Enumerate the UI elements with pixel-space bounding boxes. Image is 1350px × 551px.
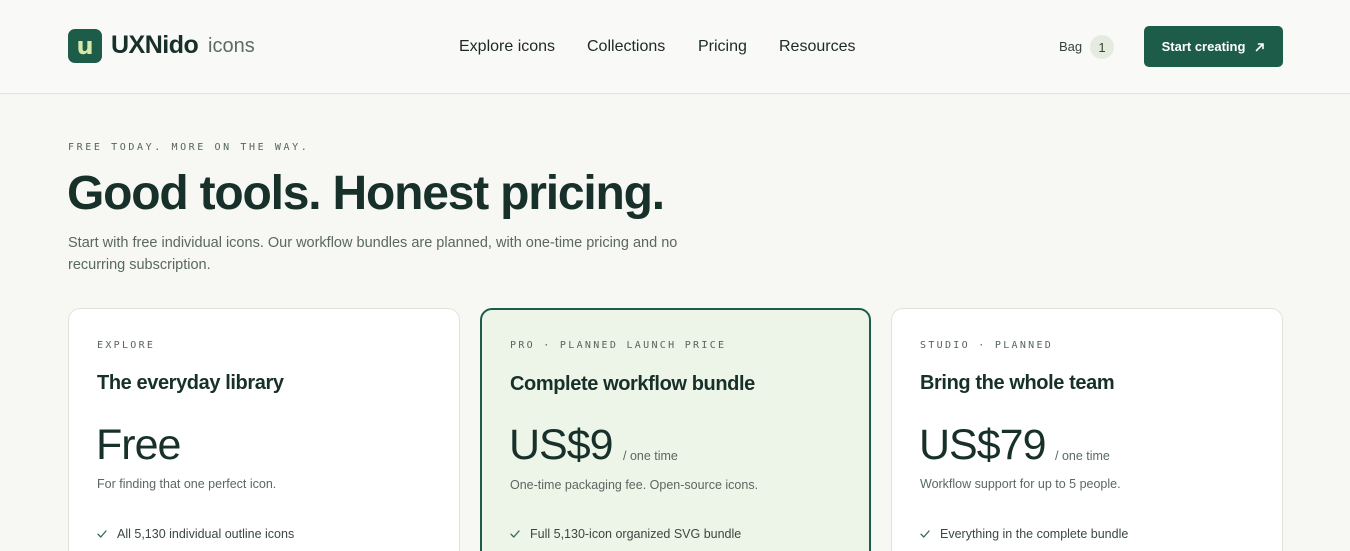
site-header: u UXNido icons Explore icons Collections… — [0, 0, 1350, 94]
nav-explore-icons[interactable]: Explore icons — [459, 38, 555, 56]
plan-price: US$79 — [919, 421, 1046, 469]
start-creating-label: Start creating — [1161, 39, 1246, 54]
check-icon — [97, 530, 107, 538]
arrow-up-right-icon — [1256, 42, 1265, 51]
plan-description: Workflow support for up to 5 people. — [920, 477, 1121, 491]
nav-collections[interactable]: Collections — [587, 38, 665, 56]
check-icon — [920, 530, 930, 538]
bag-count-badge[interactable]: 1 — [1090, 35, 1114, 59]
plan-period: / one time — [1055, 449, 1110, 463]
plan-feature: Full 5,130-icon organized SVG bundle — [510, 527, 741, 541]
plan-card-pro: PRO · PLANNED LAUNCH PRICE Complete work… — [480, 308, 871, 551]
plan-description: One-time packaging fee. Open-source icon… — [510, 478, 759, 492]
page-subtitle: Start with free individual icons. Our wo… — [68, 235, 678, 273]
plan-label: STUDIO · PLANNED — [920, 340, 1054, 351]
start-creating-button[interactable]: Start creating — [1144, 26, 1283, 67]
logo-name[interactable]: UXNido — [111, 31, 199, 60]
plan-title: The everyday library — [97, 372, 284, 394]
check-icon — [510, 530, 520, 538]
plan-label: EXPLORE — [97, 340, 156, 351]
plan-price: Free — [96, 421, 181, 469]
logo-suffix: icons — [208, 35, 255, 57]
nav-pricing[interactable]: Pricing — [698, 38, 747, 56]
bag-label[interactable]: Bag — [1059, 39, 1082, 54]
plan-period: / one time — [623, 449, 678, 463]
plan-feature-label: Full 5,130-icon organized SVG bundle — [530, 527, 742, 541]
plan-feature-label: Everything in the complete bundle — [940, 527, 1129, 541]
nav-resources[interactable]: Resources — [779, 38, 855, 56]
eyebrow-text: FREE TODAY. MORE ON THE WAY. — [68, 142, 310, 153]
page-title: Good tools. Honest pricing. — [67, 167, 665, 220]
plan-card-studio: STUDIO · PLANNED Bring the whole team US… — [891, 308, 1283, 551]
plan-feature: Everything in the complete bundle — [920, 527, 1128, 541]
plan-description: For finding that one perfect icon. — [97, 477, 277, 491]
plan-card-explore: EXPLORE The everyday library Free For fi… — [68, 308, 460, 551]
plan-feature: All 5,130 individual outline icons — [97, 527, 294, 541]
plan-label: PRO · PLANNED LAUNCH PRICE — [510, 340, 727, 351]
plan-title: Bring the whole team — [920, 372, 1115, 394]
plan-feature-label: All 5,130 individual outline icons — [117, 527, 295, 541]
plan-title: Complete workflow bundle — [510, 373, 755, 395]
plan-price: US$9 — [509, 421, 614, 469]
logo-mark-icon[interactable]: u — [68, 29, 102, 63]
